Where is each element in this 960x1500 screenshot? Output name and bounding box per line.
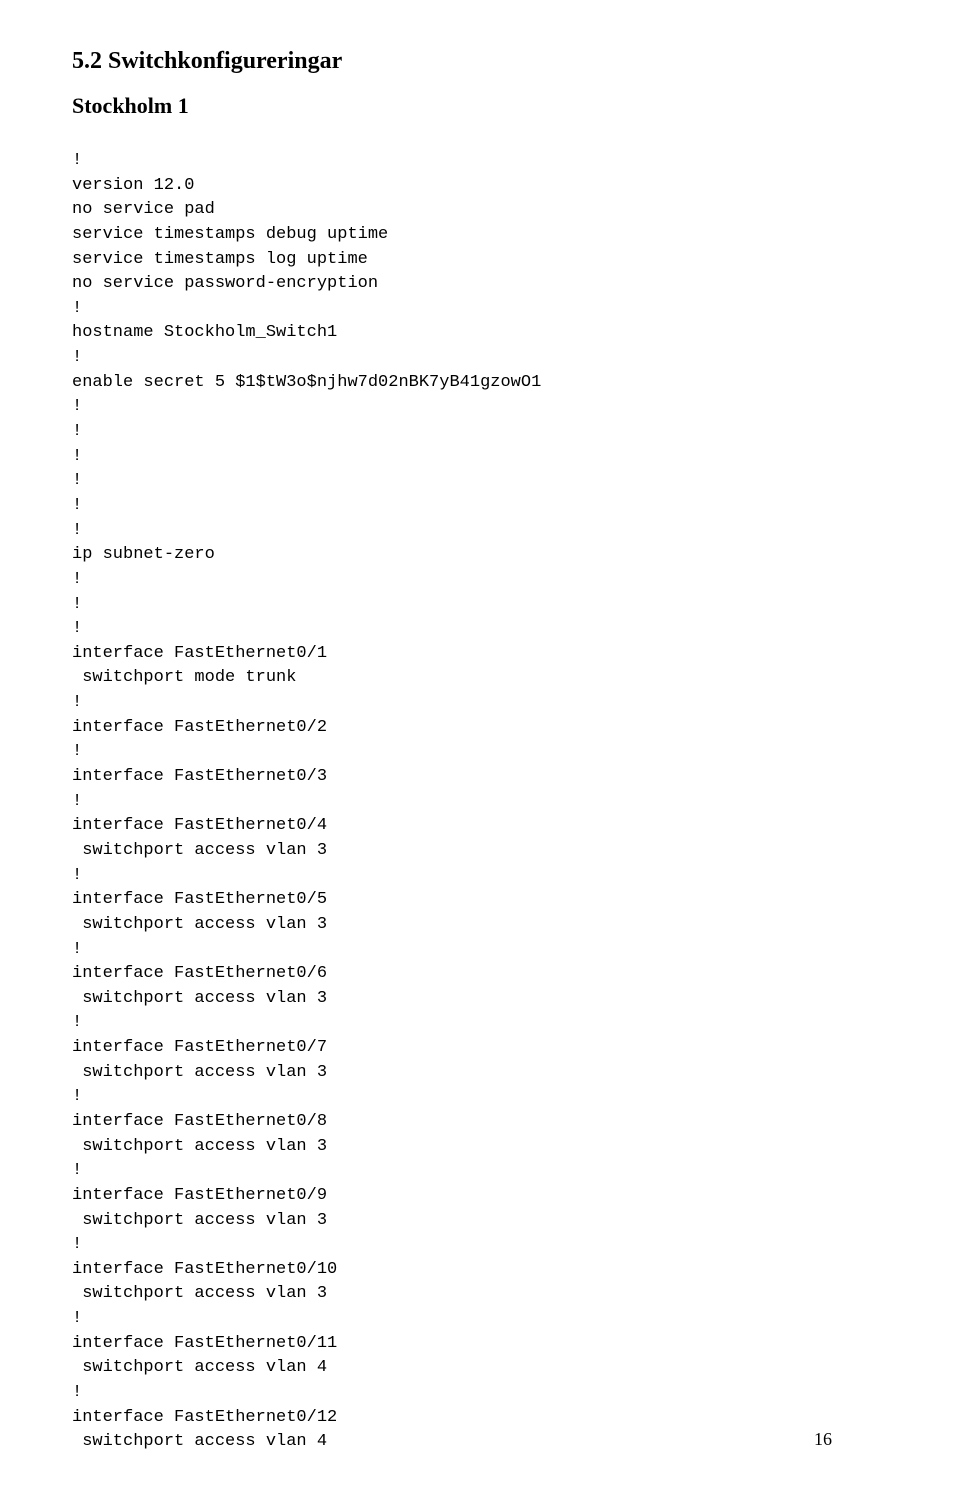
section-subheading: Stockholm 1 bbox=[72, 93, 896, 119]
config-code: ! version 12.0 no service pad service ti… bbox=[72, 149, 896, 1455]
page-number: 16 bbox=[814, 1429, 832, 1450]
section-heading: 5.2 Switchkonfigureringar bbox=[72, 48, 896, 75]
page-container: 5.2 Switchkonfigureringar Stockholm 1 ! … bbox=[72, 48, 896, 1468]
